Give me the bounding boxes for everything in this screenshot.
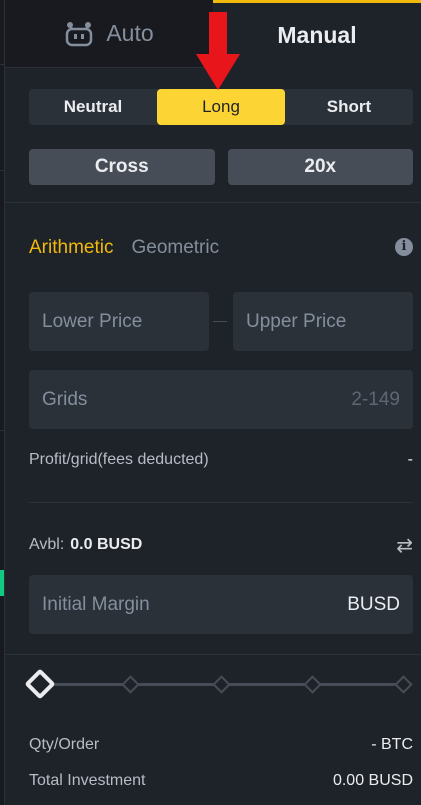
initial-margin-input[interactable]: Initial Margin BUSD bbox=[29, 575, 413, 634]
price-indicator bbox=[0, 570, 4, 596]
grids-input[interactable]: Grids 2-149 bbox=[29, 370, 413, 429]
arithmetic-option[interactable]: Arithmetic bbox=[29, 237, 113, 259]
section-divider bbox=[29, 502, 413, 503]
range-dash bbox=[213, 321, 227, 322]
slider-step-100[interactable] bbox=[394, 675, 413, 694]
slider-step-50[interactable] bbox=[212, 675, 231, 694]
leverage-button[interactable]: 20x bbox=[227, 149, 413, 185]
slider-step-75[interactable] bbox=[303, 675, 322, 694]
lower-price-placeholder: Lower Price bbox=[42, 310, 143, 332]
tab-manual-label: Manual bbox=[277, 22, 357, 48]
available-balance-row: Avbl: 0.0 BUSD ⇄ bbox=[29, 533, 413, 558]
total-investment-label: Total Investment bbox=[29, 772, 146, 789]
margin-percent-slider[interactable] bbox=[24, 668, 413, 700]
geometric-option[interactable]: Geometric bbox=[131, 237, 219, 259]
edge-divider bbox=[0, 170, 5, 171]
info-icon[interactable]: i bbox=[395, 238, 413, 256]
section-divider bbox=[5, 654, 421, 655]
initial-margin-unit: BUSD bbox=[347, 593, 400, 615]
total-investment-row: Total Investment 0.00 BUSD bbox=[29, 771, 413, 791]
qty-order-value: - BTC bbox=[371, 736, 413, 753]
grid-mode-selector: Arithmetic Geometric i bbox=[29, 234, 413, 262]
transfer-icon[interactable]: ⇄ bbox=[396, 533, 413, 558]
profit-per-grid-label: Profit/grid(fees deducted) bbox=[29, 451, 209, 468]
edge-divider bbox=[0, 430, 5, 431]
profit-per-grid-value: - bbox=[407, 451, 413, 468]
robot-icon bbox=[64, 21, 94, 47]
side-long-button[interactable]: Long bbox=[157, 89, 285, 125]
total-investment-value: 0.00 BUSD bbox=[332, 772, 413, 789]
grids-range-hint: 2-149 bbox=[351, 388, 400, 410]
qty-order-row: Qty/Order - BTC bbox=[29, 735, 413, 755]
margin-mode-button[interactable]: Cross bbox=[29, 149, 215, 185]
available-value: 0.0 BUSD bbox=[70, 536, 143, 553]
side-short-button[interactable]: Short bbox=[285, 89, 413, 125]
side-neutral-button[interactable]: Neutral bbox=[29, 89, 157, 125]
section-divider bbox=[5, 202, 421, 203]
upper-price-placeholder: Upper Price bbox=[246, 310, 347, 332]
margin-leverage-row: Cross 20x bbox=[29, 149, 413, 185]
grids-label: Grids bbox=[42, 388, 88, 410]
upper-price-input[interactable]: Upper Price bbox=[233, 292, 413, 351]
tab-auto-label: Auto bbox=[106, 20, 154, 46]
left-panel-edge bbox=[0, 0, 5, 805]
lower-price-input[interactable]: Lower Price bbox=[29, 292, 209, 351]
position-side-selector: Neutral Long Short bbox=[29, 89, 413, 125]
tab-auto[interactable]: Auto bbox=[5, 0, 213, 68]
qty-order-label: Qty/Order bbox=[29, 736, 100, 753]
initial-margin-placeholder: Initial Margin bbox=[42, 593, 150, 615]
slider-step-25[interactable] bbox=[121, 675, 140, 694]
slider-handle[interactable] bbox=[24, 668, 56, 700]
tab-manual[interactable]: Manual bbox=[213, 0, 421, 68]
red-arrow-annotation-icon bbox=[196, 12, 240, 90]
profit-per-grid-row: Profit/grid(fees deducted) - bbox=[29, 450, 413, 470]
available-label: Avbl: bbox=[29, 536, 65, 553]
